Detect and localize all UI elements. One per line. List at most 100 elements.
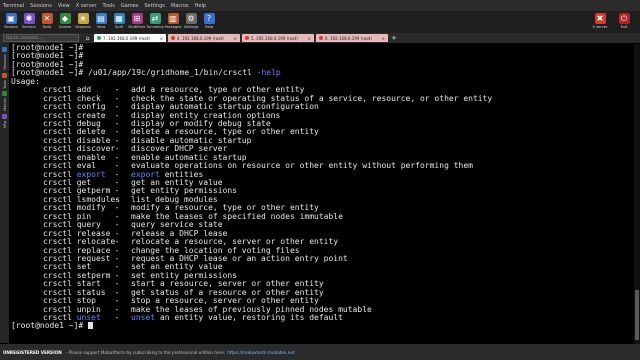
status-text: - Please support MobaXterm by subscribin… [65,349,226,355]
subscribe-link[interactable]: https://mobaxterm.mobatek.net [227,350,294,355]
menu-item-sessions[interactable]: Sessions [30,3,52,9]
exit-button[interactable]: ⏻ Exit [613,11,635,32]
session-button[interactable]: ▣ Session [3,11,19,32]
games-icon: ◆ [59,13,71,24]
session-tab[interactable]: 4. 192.168.0.199 (root) × [168,34,240,42]
tunneling-button[interactable]: ⇄ Tunneling [146,11,164,32]
toolbar-label: Servers [22,25,36,29]
terminal-cursor [88,322,94,330]
scrollbar-thumb[interactable] [635,290,639,340]
side-tab-tools[interactable]: Tools [3,80,7,89]
tab-status-icon [171,36,175,40]
sessions-button[interactable]: ★ Sessions [75,11,91,32]
sessions-icon: ★ [77,13,89,24]
toolbar-label: MultiExec [128,25,146,29]
tools-button[interactable]: ✕ Tools [39,11,55,32]
session-icon: ▣ [5,13,17,24]
games-button[interactable]: ◆ Games [57,11,73,32]
xserver-icon: ✖ [594,13,606,24]
terminal-output[interactable]: [root@node1 ~]# [root@node1 ~]# [root@node… [10,44,630,344]
session-tab[interactable]: 5. 192.168.0.199 (root) × [242,34,314,42]
command-prompt: [root@node1 ~]# [11,68,89,78]
view-icon: ▤ [95,13,107,24]
menu-item-settings[interactable]: Settings [144,3,165,9]
sessions-panel-icon[interactable] [2,47,7,52]
tab-status-icon [319,36,323,40]
tab-label: 5. 192.168.0.199 (root) [251,35,298,41]
tools-panel-icon[interactable] [2,72,7,78]
status-bar: UNREGISTERED VERSION - Please support Mo… [0,344,640,360]
terminal-command-line: [root@node1 ~]# /u01/app/19c/gridhome_1/… [11,69,630,77]
help-row: crsctl status - get status of a resource o… [11,288,630,297]
close-tab-icon[interactable]: × [231,36,237,41]
tab-label: 6. 192.168.0.199 (root) [325,35,372,41]
macros-panel-icon[interactable] [2,91,7,97]
packages-button[interactable]: ▥ Packages [165,11,181,32]
side-panel: Sessions Tools Macros Sftp [0,43,9,343]
toolbar-label: View [96,25,106,29]
menu-bar: Terminal Sessions View X server Tools Games Se… [0,0,640,11]
help-row: crsctl export - export entities [11,170,630,179]
tab-label: 4. 192.168.0.199 (root) [177,35,224,41]
help-row: crsctl create - display entity creation op… [11,111,630,120]
terminal-scrollbar[interactable] [634,44,640,344]
side-tab-sftp[interactable]: Sftp [3,121,7,128]
final-prompt-text: [root@node1 ~]# [11,321,89,331]
multiexec-icon: ⊞ [131,13,143,24]
toolbar-label: Tunneling [146,25,164,29]
toolbar-label: Help [204,25,214,29]
tab-status-icon [97,36,101,40]
toolbar-label: Sessions [75,25,91,29]
terminal-prompt-line: [root@node1 ~]# [11,51,84,61]
multiexec-button[interactable]: ⊞ MultiExec [128,11,146,32]
tab-label: 7. 192.168.0.199 (root) [103,35,150,41]
terminal-prompt-line: [root@node1 ~]# [11,44,84,52]
toolbar-label: Session [4,25,18,29]
terminal-final-prompt: [root@node1 ~]# [11,322,630,330]
toolbar-label: Split [115,25,123,29]
session-tab[interactable]: 6. 192.168.0.199 (root) × [316,34,388,42]
menu-item-view[interactable]: View [58,3,70,9]
tunneling-icon: ⇄ [149,13,161,24]
help-row-separator: - [114,313,120,322]
menu-item-terminal[interactable]: Terminal [3,3,24,9]
menu-item-tools[interactable]: Tools [103,3,115,9]
toolbar-label: Settings [183,25,199,29]
help-row: crsctl pin - make the leases of specified … [11,212,630,221]
usage-label: Usage: [11,76,40,86]
split-button[interactable]: ▦ Split [111,11,127,32]
settings-button[interactable]: ⚙ Settings [183,11,199,32]
menu-item-macros[interactable]: Macros [171,3,189,9]
help-row: crsctl unset - unset an entity value, rest… [11,313,630,322]
split-icon: ▦ [113,13,125,24]
help-button[interactable]: ? Help [201,11,217,32]
view-button[interactable]: ▤ View [93,11,109,32]
toolbar: ▣ Session ✱ Servers ✕ Tools ◆ Games ★ Sessions ▤ Vi… [0,11,640,33]
menu-item-help[interactable]: Help [195,3,206,9]
toolbar-label: X server [592,25,608,29]
new-tab-button[interactable]: + [391,34,397,42]
close-tab-icon[interactable]: × [157,36,163,41]
sftp-panel-icon[interactable] [2,114,7,120]
quick-connect-input[interactable]: Quick connect... [3,34,79,42]
tab-status-icon [245,36,249,40]
toolbar-label: Tools [42,25,52,29]
toolbar-label: Games [58,25,72,29]
close-tab-icon[interactable]: × [305,36,311,41]
command-path: /u01/app/19c/gridhome_1/bin/crsctl [88,68,257,78]
help-icon: ? [203,13,215,24]
help-row: crsctl request - request a DHCP lease or a… [11,254,630,263]
exit-icon: ⏻ [618,13,630,24]
x-server-button[interactable]: ✖ X server [589,11,611,32]
side-tab-macros[interactable]: Macros [3,98,7,111]
menu-item-games[interactable]: Games [121,3,139,9]
servers-button[interactable]: ✱ Servers [21,11,37,32]
home-tab-icon[interactable]: ⌂ [83,34,92,42]
session-tab[interactable]: 7. 192.168.0.199 (root) × [94,34,166,42]
tab-strip: Quick connect... ⌂ 7. 192.168.0.199 (roo… [0,33,640,43]
command-flag: -help [256,68,281,78]
menu-item-x-server[interactable]: X server [76,3,97,9]
close-tab-icon[interactable]: × [379,36,385,41]
help-row-description: unset an entity value, restoring its def… [131,313,343,322]
side-tab-sessions[interactable]: Sessions [3,54,7,70]
